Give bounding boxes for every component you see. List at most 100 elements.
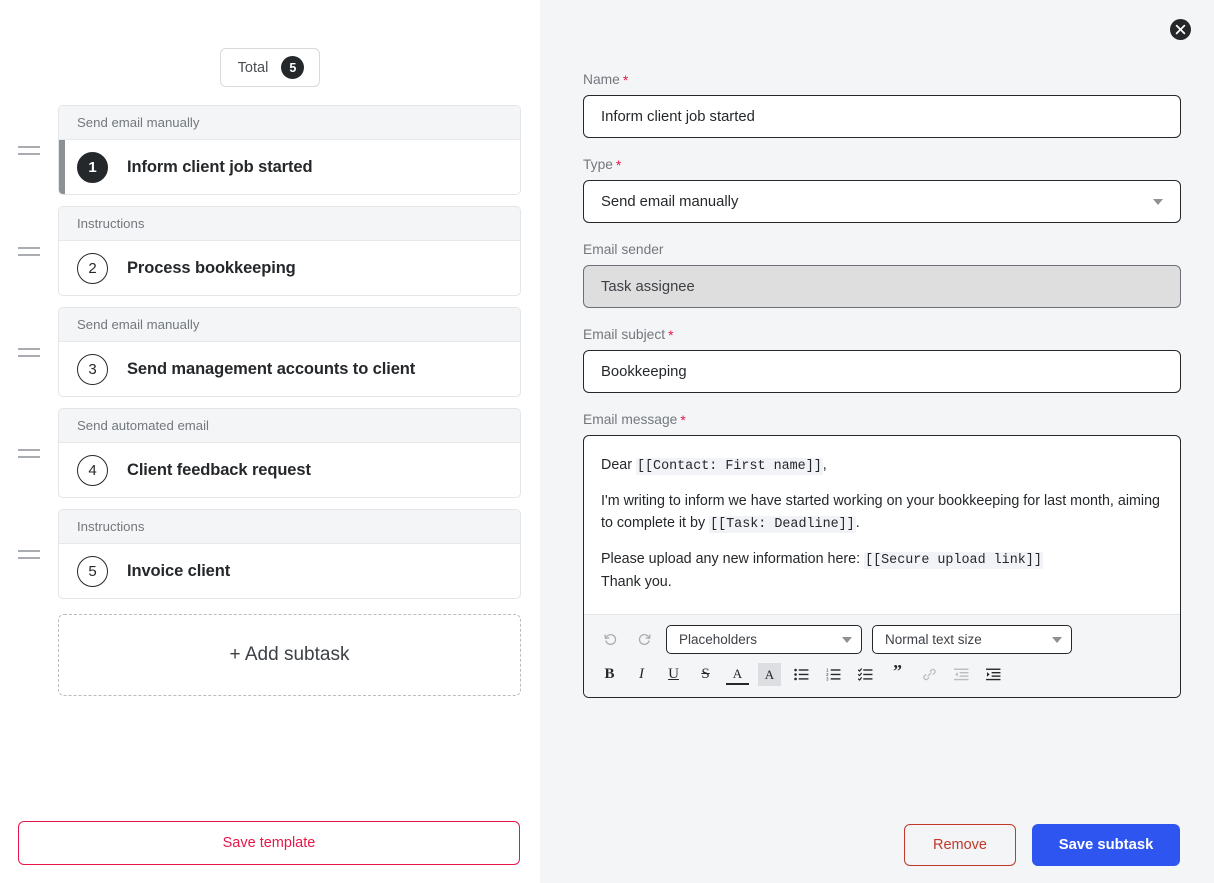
email-message-required-mark: * xyxy=(680,411,686,428)
subtask-number: 1 xyxy=(77,151,108,183)
subtask-card-body[interactable]: 4 Client feedback request xyxy=(59,443,520,497)
total-badge: Total 5 xyxy=(219,48,321,87)
total-label: Total xyxy=(237,59,269,76)
underline-button[interactable]: U xyxy=(662,663,685,686)
subtask-row: Send email manually 3 Send management acco… xyxy=(0,307,540,397)
drag-handle-line xyxy=(18,549,40,552)
subtask-template-editor: Total 5 Send email manually 1 Inform clien… xyxy=(0,0,1214,883)
outdent-icon xyxy=(950,663,973,686)
subtask-title: Client feedback request xyxy=(127,460,311,479)
subtask-card[interactable]: Instructions 2 Process bookkeeping xyxy=(58,206,521,296)
drag-handle-icon[interactable] xyxy=(0,448,58,458)
remove-button[interactable]: Remove xyxy=(904,824,1016,866)
subtask-title: Invoice client xyxy=(127,561,231,580)
text-color-button[interactable]: A xyxy=(726,665,749,685)
name-input[interactable]: Inform client job started xyxy=(583,95,1181,138)
editor-toolbar: Placeholders Normal text size B I U S A … xyxy=(584,614,1180,697)
name-label-row: Name * xyxy=(583,72,1180,87)
subtask-card-body[interactable]: 5 Invoice client xyxy=(59,544,520,598)
footer-actions: Remove Save subtask xyxy=(904,824,1180,866)
type-required-mark: * xyxy=(615,156,622,173)
field-name: Name * Inform client job started xyxy=(583,72,1181,138)
outdent-glyph xyxy=(954,668,969,681)
drag-handle-line xyxy=(18,354,40,357)
text-size-select[interactable]: Normal text size xyxy=(872,625,1072,654)
blockquote-button[interactable]: ” xyxy=(886,662,909,686)
subtask-card[interactable]: Send email manually 3 Send management acco… xyxy=(58,307,521,397)
bullet-list-glyph xyxy=(794,668,809,681)
subtask-type-label: Send automated email xyxy=(59,409,520,443)
subtask-title: Send management accounts to client xyxy=(127,359,416,378)
undo-icon[interactable] xyxy=(598,628,622,652)
field-email-subject: Email subject * Bookkeeping xyxy=(583,327,1181,393)
field-type: Type * Send email manually xyxy=(583,157,1181,223)
drag-handle-line xyxy=(18,556,40,559)
subtask-card-body[interactable]: 2 Process bookkeeping xyxy=(59,241,520,295)
email-subject-input[interactable]: Bookkeeping xyxy=(583,350,1181,393)
subtask-card[interactable]: Send email manually 1 Inform client job st… xyxy=(58,105,521,195)
subtask-type-label: Send email manually xyxy=(59,106,520,140)
drag-handle-icon[interactable] xyxy=(0,145,58,155)
chevron-down-icon xyxy=(1052,636,1062,643)
field-email-message: Email message * Dear [[Contact: First na… xyxy=(583,411,1181,698)
drag-handle-icon[interactable] xyxy=(0,549,58,559)
type-select[interactable]: Send email manually xyxy=(583,180,1181,223)
close-icon[interactable] xyxy=(1170,19,1191,40)
undo-glyph xyxy=(603,634,616,645)
link-glyph xyxy=(923,668,936,681)
bullet-list-icon[interactable] xyxy=(790,663,813,686)
subtask-list: Send email manually 1 Inform client job st… xyxy=(0,105,540,599)
drag-handle-line xyxy=(18,246,40,249)
check-list-icon[interactable] xyxy=(854,663,877,686)
chevron-down-icon xyxy=(1153,198,1163,205)
drag-handle-icon[interactable] xyxy=(0,246,58,256)
highlight-color-button[interactable]: A xyxy=(758,663,781,686)
type-select-value: Send email manually xyxy=(601,193,739,210)
drag-handle-line xyxy=(18,145,40,148)
placeholders-select[interactable]: Placeholders xyxy=(666,625,862,654)
email-subject-label-row: Email subject * xyxy=(583,327,1180,342)
subtask-card-body[interactable]: 3 Send management accounts to client xyxy=(59,342,520,396)
type-label-row: Type * xyxy=(583,157,1180,172)
numbered-list-glyph: 1 2 3 xyxy=(826,668,841,681)
drag-handle-line xyxy=(18,448,40,451)
subtask-card[interactable]: Send automated email 4 Client feedback req… xyxy=(58,408,521,498)
name-label: Name xyxy=(583,72,620,87)
subtask-title: Inform client job started xyxy=(127,157,313,176)
email-message-editor: Dear [[Contact: First name]], I'm writin… xyxy=(583,435,1181,698)
save-template-button[interactable]: Save template xyxy=(18,821,520,865)
add-subtask-button[interactable]: + Add subtask xyxy=(58,614,521,696)
email-message-body[interactable]: Dear [[Contact: First name]], I'm writin… xyxy=(584,436,1180,614)
italic-button[interactable]: I xyxy=(630,663,653,686)
subtask-card[interactable]: Instructions 5 Invoice client xyxy=(58,509,521,599)
subtask-number: 3 xyxy=(77,353,108,385)
link-icon xyxy=(918,663,941,686)
redo-icon[interactable] xyxy=(632,628,656,652)
numbered-list-icon[interactable]: 1 2 3 xyxy=(822,663,845,686)
close-glyph xyxy=(1175,24,1186,35)
message-line-2: I'm writing to inform we have started wo… xyxy=(601,491,1163,535)
subtask-type-label: Send email manually xyxy=(59,308,520,342)
name-required-mark: * xyxy=(622,71,629,88)
drag-handle-line xyxy=(18,253,40,256)
drag-handle-icon[interactable] xyxy=(0,347,58,357)
save-subtask-button[interactable]: Save subtask xyxy=(1032,824,1180,866)
subtask-title: Process bookkeeping xyxy=(127,258,296,277)
placeholders-select-value: Placeholders xyxy=(679,632,758,647)
subtask-type-label: Instructions xyxy=(59,207,520,241)
svg-text:3: 3 xyxy=(826,676,829,681)
drag-handle-line xyxy=(18,347,40,350)
strikethrough-button[interactable]: S xyxy=(694,663,717,686)
line2-post: . xyxy=(855,515,860,532)
line3-pre: Please upload any new information here: xyxy=(601,551,865,568)
subtask-row: Instructions 5 Invoice client xyxy=(0,509,540,599)
subtask-row: Instructions 2 Process bookkeeping xyxy=(0,206,540,296)
subtask-type-label: Instructions xyxy=(59,510,520,544)
subtask-row: Send email manually 1 Inform client job st… xyxy=(0,105,540,195)
subtask-list-panel: Total 5 Send email manually 1 Inform clien… xyxy=(0,0,540,883)
bold-button[interactable]: B xyxy=(598,663,621,686)
subtask-card-body[interactable]: 1 Inform client job started xyxy=(59,140,520,194)
chevron-down-icon xyxy=(842,636,852,643)
email-message-label: Email message xyxy=(583,412,678,427)
indent-icon[interactable] xyxy=(982,663,1005,686)
